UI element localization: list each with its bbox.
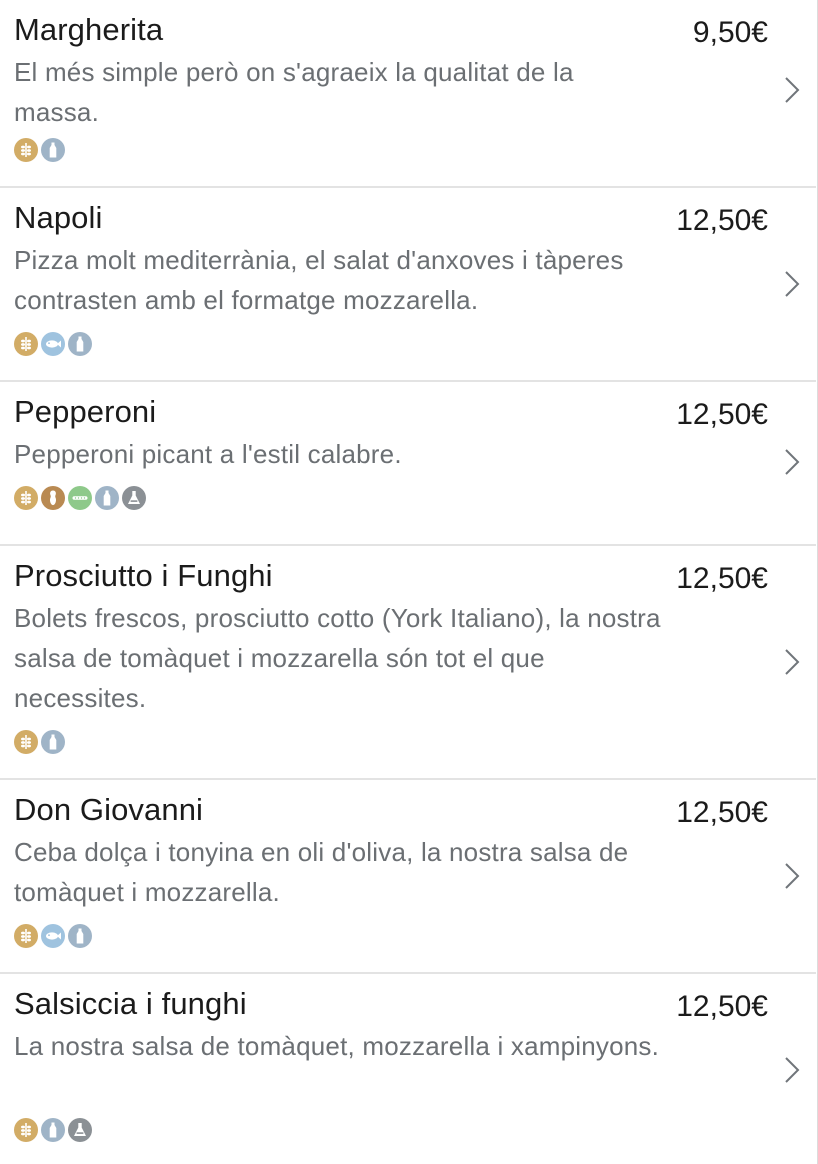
item-price: 12,50€ — [676, 562, 768, 595]
item-description: Pizza molt mediterrània, el salat d'anxo… — [14, 245, 624, 315]
item-name: Salsiccia i funghi — [14, 986, 247, 1021]
gluten-icon — [14, 1118, 38, 1142]
menu-item-margherita[interactable]: Margherita 9,50€ El més simple però on s… — [0, 0, 816, 188]
menu-item-pepperoni[interactable]: Pepperoni 12,50€ Pepperoni picant a l'es… — [0, 382, 816, 546]
item-price: 12,50€ — [676, 204, 768, 237]
item-description: El més simple però on s'agraeix la quali… — [14, 57, 574, 127]
allergen-list — [14, 486, 146, 510]
fish-icon — [41, 332, 65, 356]
milk-icon — [95, 486, 119, 510]
item-name: Margherita — [14, 12, 164, 47]
item-price: 12,50€ — [676, 990, 768, 1023]
item-description: Bolets frescos, prosciutto cotto (York I… — [14, 603, 661, 713]
fish-icon — [41, 924, 65, 948]
item-price: 12,50€ — [676, 398, 768, 431]
gluten-icon — [14, 730, 38, 754]
milk-icon — [41, 730, 65, 754]
menu-item-don-giovanni[interactable]: Don Giovanni 12,50€ Ceba dolça i tonyina… — [0, 780, 816, 974]
item-name: Pepperoni — [14, 394, 157, 429]
item-name: Don Giovanni — [14, 792, 204, 827]
item-price: 12,50€ — [676, 796, 768, 829]
milk-icon — [68, 924, 92, 948]
allergen-list — [14, 730, 65, 754]
chevron-right-icon — [785, 449, 800, 475]
gluten-icon — [14, 486, 38, 510]
chevron-right-icon — [785, 863, 800, 889]
allergen-list — [14, 138, 65, 162]
chevron-right-icon — [785, 649, 800, 675]
gluten-icon — [14, 138, 38, 162]
peanut-icon — [41, 486, 65, 510]
gluten-icon — [14, 332, 38, 356]
allergen-list — [14, 332, 92, 356]
item-description: Pepperoni picant a l'estil calabre. — [14, 439, 402, 469]
chevron-right-icon — [785, 1057, 800, 1083]
sulphites-icon — [68, 1118, 92, 1142]
item-price: 9,50€ — [692, 16, 768, 49]
allergen-list — [14, 924, 92, 948]
chevron-right-icon — [785, 271, 800, 297]
sulphites-icon — [122, 486, 146, 510]
gluten-icon — [14, 924, 38, 948]
item-name: Prosciutto i Funghi — [14, 558, 273, 593]
item-name: Napoli — [14, 200, 103, 235]
menu-item-salsiccia-i-funghi[interactable]: Salsiccia i funghi 12,50€ La nostra sals… — [0, 974, 816, 1164]
menu-item-prosciutto-i-funghi[interactable]: Prosciutto i Funghi 12,50€ Bolets fresco… — [0, 546, 816, 780]
chevron-right-icon — [785, 77, 800, 103]
milk-icon — [41, 1118, 65, 1142]
item-description: Ceba dolça i tonyina en oli d'oliva, la … — [14, 837, 629, 907]
menu-list: Margherita 9,50€ El més simple però on s… — [0, 0, 818, 1164]
allergen-list — [14, 1118, 92, 1142]
item-description: La nostra salsa de tomàquet, mozzarella … — [14, 1031, 660, 1061]
menu-item-napoli[interactable]: Napoli 12,50€ Pizza molt mediterrània, e… — [0, 188, 816, 382]
milk-icon — [68, 332, 92, 356]
milk-icon — [41, 138, 65, 162]
celery-icon — [68, 486, 92, 510]
